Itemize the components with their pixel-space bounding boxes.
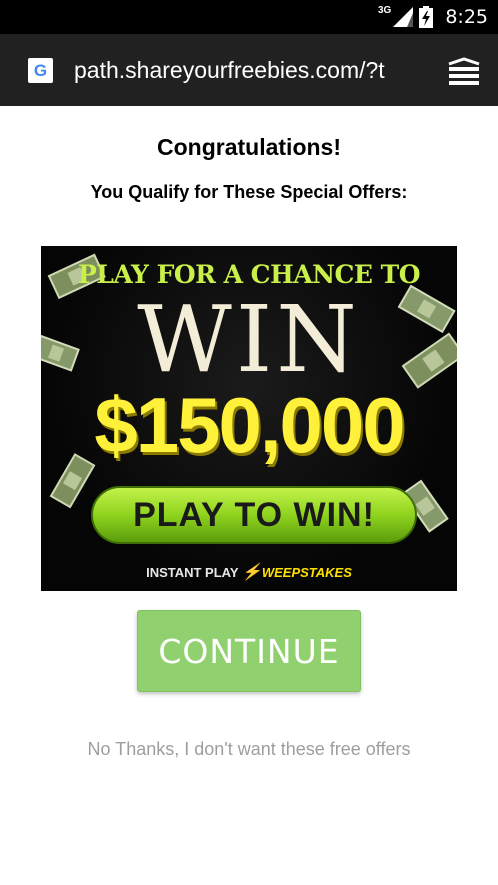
- signal-icon: [393, 7, 414, 27]
- banner-win-text: WIN: [137, 286, 361, 393]
- site-icon-letter: G: [33, 61, 48, 80]
- brand-prefix: INSTANT PLAY: [146, 565, 239, 580]
- battery-charging-icon: [419, 6, 434, 28]
- play-to-win-button[interactable]: PLAY TO WIN!: [91, 486, 417, 544]
- decline-offers-link[interactable]: No Thanks, I don't want these free offer…: [0, 739, 498, 760]
- sweepstakes-ad-banner[interactable]: PLAY FOR A CHANCE TO WIN $150,000 PLAY T…: [41, 246, 457, 591]
- brand-name: WEEPSTAKES: [261, 565, 352, 580]
- url-field[interactable]: path.shareyourfreebies.com/?t: [74, 34, 426, 106]
- google-g-icon[interactable]: G: [28, 58, 53, 83]
- network-type-label: 3G: [377, 4, 392, 16]
- page-subtitle: You Qualify for These Special Offers:: [90, 182, 408, 202]
- banner-prize-amount: $150,000: [94, 381, 405, 469]
- tabs-stack-icon[interactable]: [446, 56, 482, 86]
- continue-button[interactable]: CONTINUE: [137, 610, 361, 692]
- page-title: Congratulations!: [157, 134, 341, 160]
- clock: 8:25: [445, 6, 488, 28]
- browser-address-bar: G path.shareyourfreebies.com/?t: [0, 34, 498, 106]
- status-icons: 3G 8:25: [378, 0, 488, 34]
- status-bar: 3G 8:25: [0, 0, 498, 34]
- lightning-bolt-icon: ⚡: [241, 564, 262, 581]
- banner-brand: INSTANT PLAY ⚡WEEPSTAKES: [41, 562, 457, 582]
- banner-headline: PLAY FOR A CHANCE TO: [78, 260, 421, 289]
- page-content: Congratulations! You Qualify for These S…: [0, 106, 498, 885]
